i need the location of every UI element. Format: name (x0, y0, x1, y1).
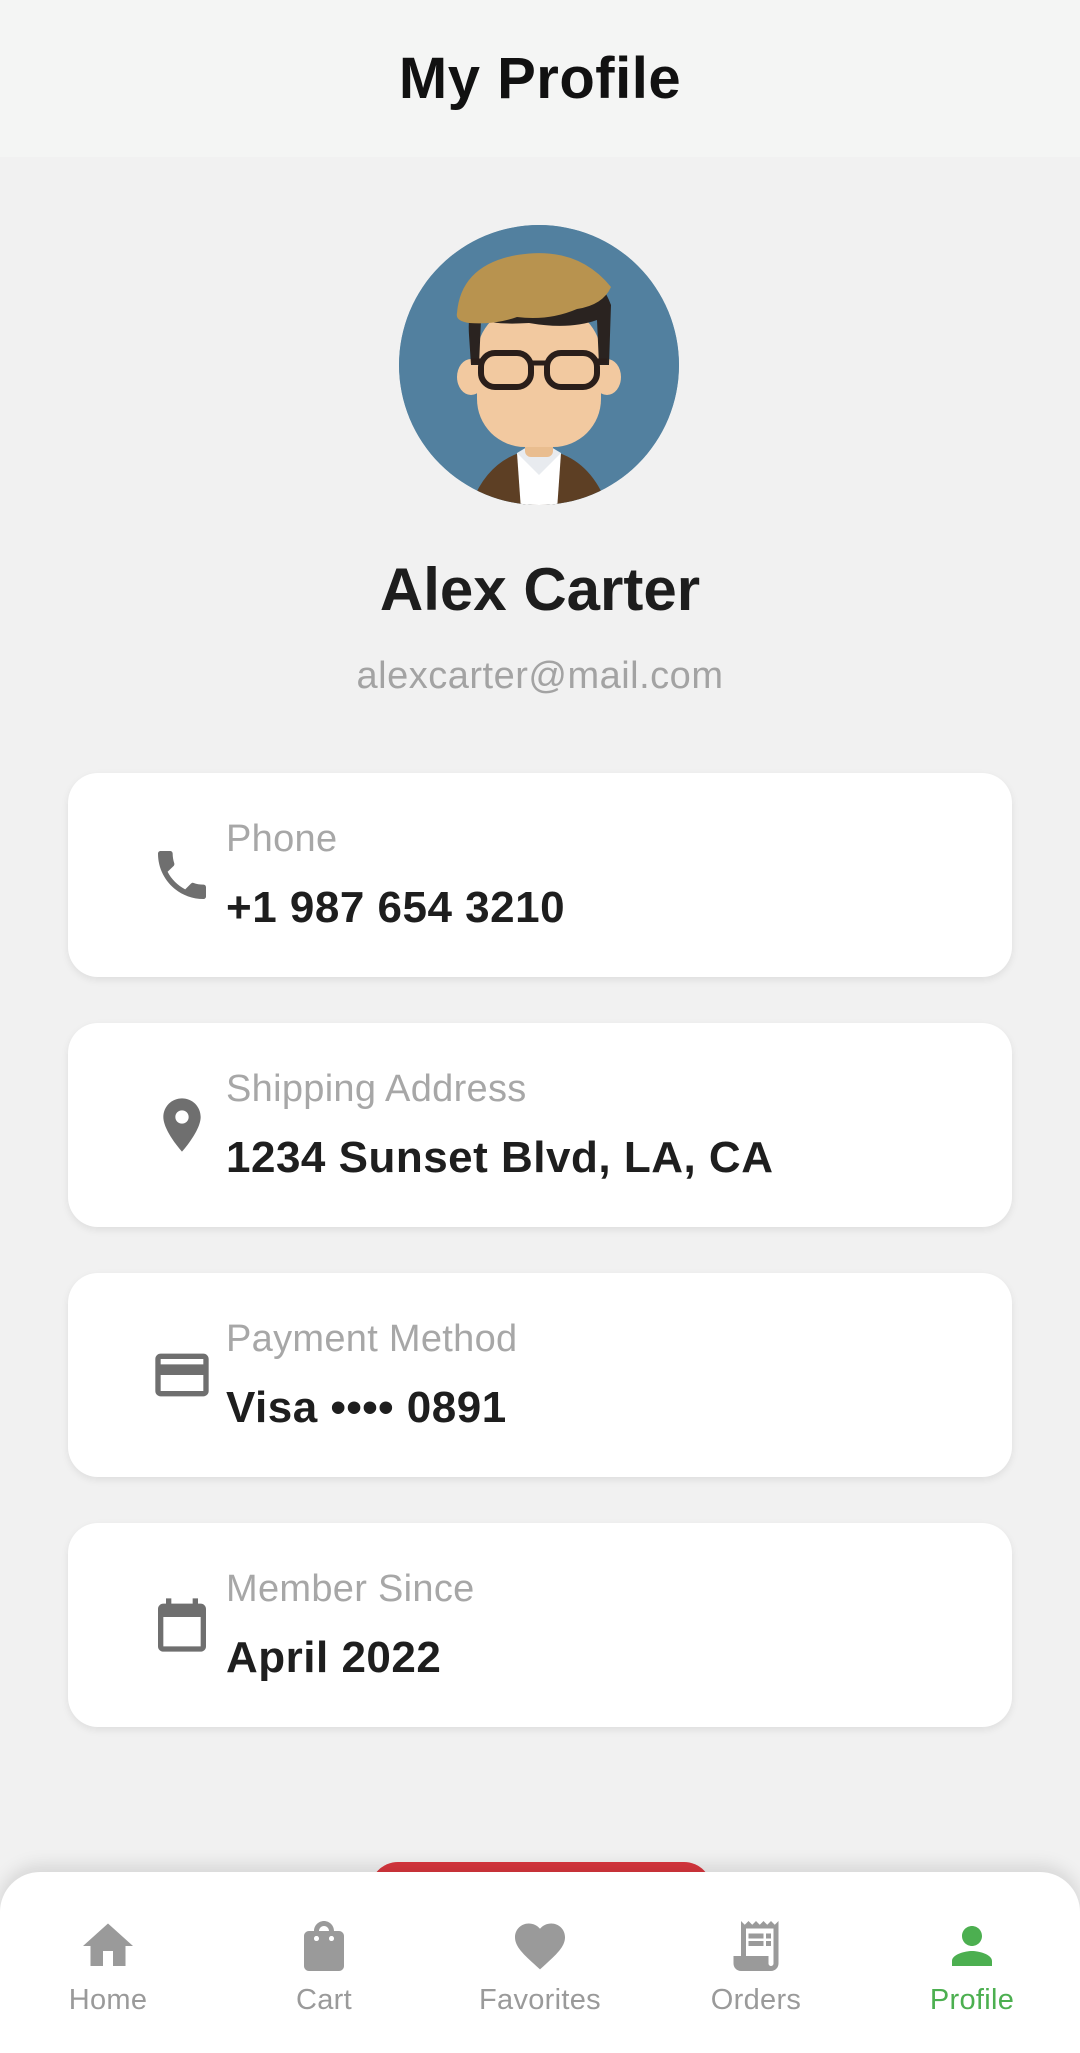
nav-item-profile[interactable]: Profile (864, 1872, 1080, 2053)
shopping-bag-icon (294, 1916, 354, 1976)
payment-method-card[interactable]: Payment Method Visa •••• 0891 (68, 1273, 1012, 1477)
phone-icon (150, 843, 214, 907)
bottom-navigation: Home Cart Favorites Orders Profile (0, 1872, 1080, 2053)
calendar-icon (150, 1593, 214, 1657)
shipping-address-label: Shipping Address (226, 1068, 527, 1110)
payment-method-label: Payment Method (226, 1318, 518, 1360)
nav-label-profile: Profile (929, 1984, 1015, 2016)
payment-method-value: Visa •••• 0891 (226, 1383, 507, 1432)
nav-item-favorites[interactable]: Favorites (432, 1872, 648, 2053)
phone-value: +1 987 654 3210 (226, 883, 566, 932)
member-since-label: Member Since (226, 1568, 475, 1610)
member-since-card[interactable]: Member Since April 2022 (68, 1523, 1012, 1727)
page-title: My Profile (398, 46, 682, 111)
profile-email: alexcarter@mail.com (356, 655, 724, 697)
credit-card-icon (150, 1343, 214, 1407)
nav-item-home[interactable]: Home (0, 1872, 216, 2053)
nav-item-orders[interactable]: Orders (648, 1872, 864, 2053)
member-since-value: April 2022 (226, 1633, 442, 1682)
person-icon (942, 1916, 1002, 1976)
nav-label-orders: Orders (710, 1984, 802, 2016)
avatar-illustration (399, 225, 679, 505)
location-pin-icon (150, 1093, 214, 1157)
home-icon (78, 1916, 138, 1976)
avatar[interactable] (399, 225, 679, 505)
profile-screen: My Profile Alex Carter alexcarter@mail.c… (0, 0, 1080, 2053)
profile-name: Alex Carter (379, 556, 701, 623)
nav-item-cart[interactable]: Cart (216, 1872, 432, 2053)
phone-card[interactable]: Phone +1 987 654 3210 (68, 773, 1012, 977)
receipt-icon (726, 1916, 786, 1976)
phone-label: Phone (226, 818, 338, 860)
nav-label-cart: Cart (296, 1984, 352, 2016)
nav-label-home: Home (68, 1984, 148, 2016)
shipping-address-value: 1234 Sunset Blvd, LA, CA (226, 1133, 774, 1182)
nav-label-favorites: Favorites (479, 1984, 601, 2016)
app-bar: My Profile (0, 0, 1080, 157)
shipping-address-card[interactable]: Shipping Address 1234 Sunset Blvd, LA, C… (68, 1023, 1012, 1227)
heart-icon (510, 1916, 570, 1976)
